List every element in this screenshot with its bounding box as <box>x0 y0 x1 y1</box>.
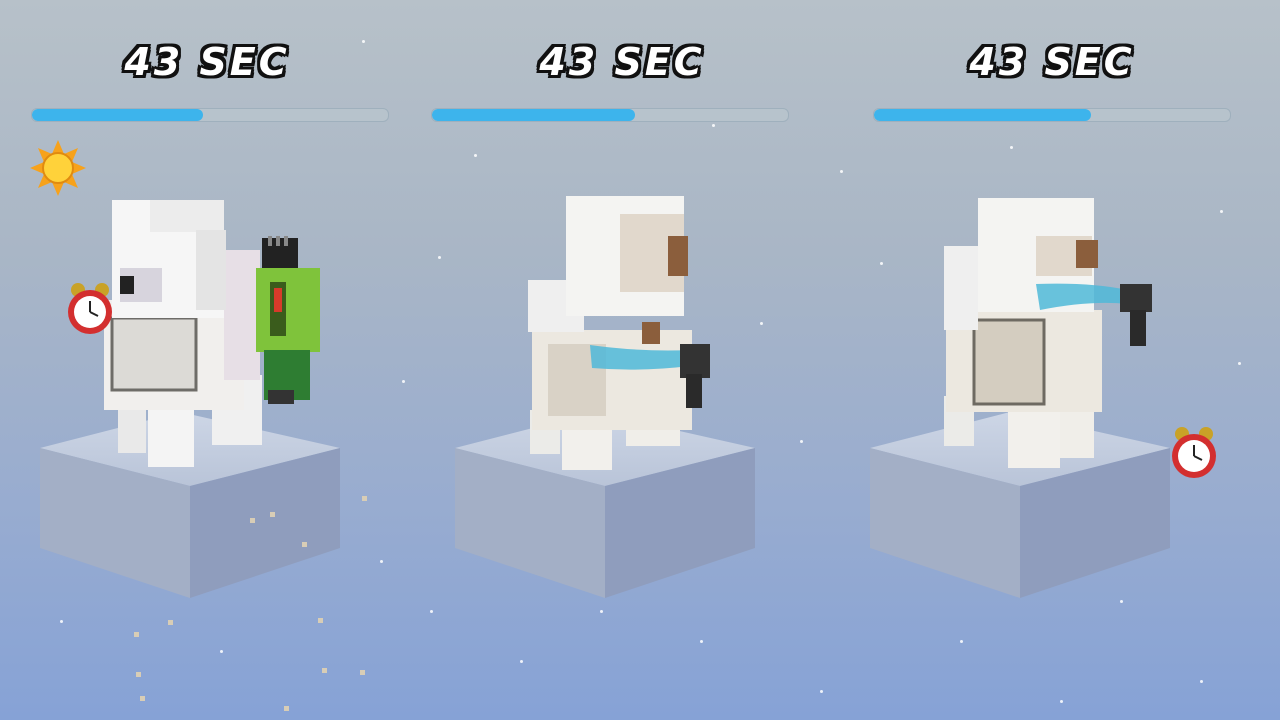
green-clipper-tool <box>256 236 320 404</box>
game-scene <box>30 140 1216 711</box>
alarm-clock-icon <box>68 283 112 334</box>
sun-icon <box>30 140 86 196</box>
alarm-clock-icon <box>1172 427 1216 478</box>
sheep-2 <box>528 196 692 470</box>
sheep-1 <box>104 200 262 467</box>
sheep-3 <box>944 198 1102 468</box>
